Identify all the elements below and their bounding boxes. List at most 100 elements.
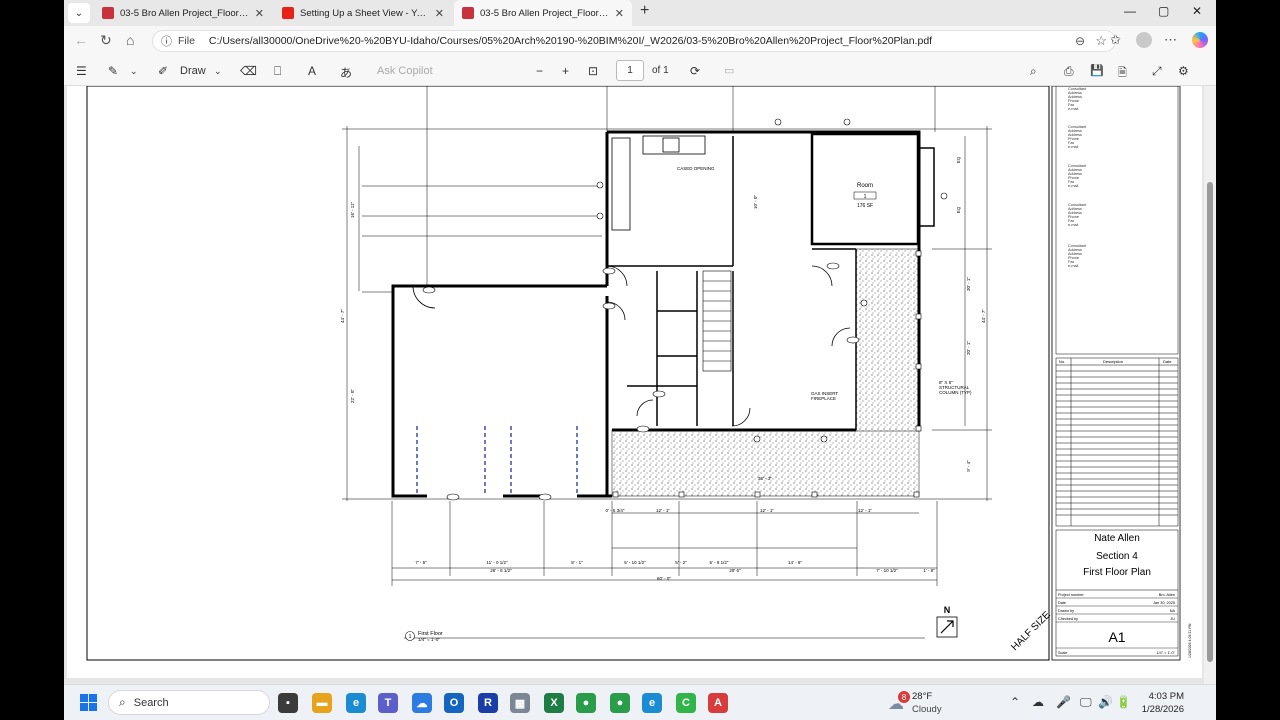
- clock[interactable]: 4:03 PM 1/28/2026: [1116, 690, 1184, 716]
- search-icon[interactable]: ⌕: [1030, 64, 1037, 79]
- dimension-text: 14' - 8": [788, 560, 802, 565]
- tab-floor-plan-1[interactable]: 03-5 Bro Allen Project_Floor Plan.pdf ✕: [94, 0, 272, 26]
- dimension-text: 20' - 1": [966, 341, 971, 355]
- copilot-icon[interactable]: [1192, 32, 1208, 48]
- save-as-icon[interactable]: 🗎: [1118, 64, 1127, 83]
- eraser-icon[interactable]: ⌫: [240, 64, 257, 78]
- read-aloud-icon[interactable]: A: [308, 64, 316, 78]
- favorites-icon[interactable]: ✩: [1110, 32, 1121, 48]
- drawn-by-value: NA: [1170, 609, 1176, 613]
- tab-actions-menu[interactable]: ⌄: [68, 3, 90, 23]
- weather-widget[interactable]: ☁ 8 28°F Cloudy: [888, 689, 968, 717]
- calculator-icon[interactable]: ▦: [510, 693, 530, 713]
- close-icon[interactable]: ✕: [615, 7, 624, 20]
- teams-icon[interactable]: T: [378, 693, 398, 713]
- pdf-toolbar: ☰ ✎ ⌄ ✐ Draw ⌄ ⌫ ⎕ A あ Ask Copilot − + ⊡…: [64, 56, 1216, 86]
- dimension-text: 1' - 8": [923, 568, 935, 573]
- back-icon[interactable]: ←: [74, 32, 88, 48]
- dimension-text: 5' - 2": [675, 560, 687, 565]
- chevron-up-icon[interactable]: ⌃: [1010, 695, 1020, 709]
- zoom-icon[interactable]: ⊖: [1075, 34, 1085, 48]
- url-box[interactable]: ⓘ File C:/Users/all30000/OneDrive%20-%20…: [152, 30, 1116, 52]
- new-tab-button[interactable]: +: [640, 2, 649, 20]
- half-size-stamp: HALF SIZE: [1009, 609, 1053, 653]
- settings-icon[interactable]: ⚙: [1178, 64, 1189, 78]
- highlight-icon[interactable]: ✎: [108, 64, 118, 78]
- dimension-text: 12' - 1": [760, 508, 774, 513]
- onedrive-tray-icon[interactable]: ☁: [1032, 695, 1044, 709]
- outlook-icon[interactable]: O: [444, 693, 464, 713]
- profile-avatar[interactable]: [1136, 32, 1152, 48]
- text-box-icon[interactable]: ⎕: [274, 64, 281, 79]
- ask-copilot-button[interactable]: Ask Copilot: [377, 65, 433, 77]
- display-icon[interactable]: 🖵: [1080, 695, 1092, 710]
- tab-floor-plan-active[interactable]: 03-5 Bro Allen Project_Floor Plan.pdf ✕: [454, 0, 632, 26]
- zoom-out-icon[interactable]: −: [536, 64, 543, 78]
- print-icon[interactable]: ⎙: [1064, 64, 1074, 79]
- dimension-text: 5' - 10 1/2": [624, 560, 646, 565]
- more-icon[interactable]: ⋯: [1164, 32, 1177, 48]
- project-number-value: Bro. Allen: [1159, 593, 1175, 597]
- close-icon[interactable]: ✕: [435, 7, 444, 20]
- taskbar-search[interactable]: ⌕ Search: [108, 690, 270, 715]
- favorite-star-icon[interactable]: ☆: [1095, 33, 1107, 49]
- view-scale: 1/4" = 1'-0": [418, 637, 440, 642]
- checked-by-label: Checked by: [1058, 617, 1078, 621]
- dimension-text: EQ: [956, 156, 961, 163]
- floor-plan-drawing: CASED OPENING Room 1 176 SF GAS INSERT F…: [86, 85, 1192, 661]
- scrollbar-thumb[interactable]: [1207, 182, 1213, 662]
- close-icon[interactable]: ✕: [255, 7, 264, 20]
- minimize-button[interactable]: —: [1124, 4, 1136, 18]
- info-icon[interactable]: ⓘ: [161, 33, 172, 49]
- drawn-by-label: Drawn by: [1058, 609, 1074, 613]
- pdf-icon: [462, 7, 474, 19]
- chrome-profile-icon[interactable]: ●: [610, 693, 630, 713]
- room-number: 1: [864, 194, 867, 200]
- translate-icon[interactable]: あ: [340, 64, 352, 81]
- vertical-scrollbar[interactable]: [1204, 86, 1216, 684]
- refresh-icon[interactable]: ↻: [100, 32, 112, 49]
- file-explorer-icon[interactable]: ▬: [312, 693, 332, 713]
- consultant-line: e-mail: [1068, 264, 1078, 268]
- zoom-in-icon[interactable]: +: [562, 64, 569, 78]
- dimension-text: 8' - 1": [571, 560, 583, 565]
- revit-icon[interactable]: R: [478, 693, 498, 713]
- draw-button[interactable]: Draw: [180, 65, 206, 77]
- excel-icon[interactable]: X: [544, 693, 564, 713]
- dimension-text: 10' - 0": [753, 195, 758, 209]
- home-icon[interactable]: ⌂: [126, 32, 134, 48]
- volume-icon[interactable]: 🔊: [1098, 695, 1113, 709]
- browser-window: ⌄ 03-5 Bro Allen Project_Floor Plan.pdf …: [64, 0, 1216, 720]
- edge-icon[interactable]: e: [346, 693, 366, 713]
- tab-title: Setting Up a Sheet View - YouTube: [300, 7, 429, 19]
- chrome-icon[interactable]: ●: [576, 693, 596, 713]
- dimension-text: 5' - 9 1/2": [710, 560, 729, 565]
- revision-header-no: No.: [1059, 359, 1065, 364]
- url-text[interactable]: C:/Users/all30000/OneDrive%20-%20BYU-Ida…: [209, 35, 932, 47]
- section-name: Section 4: [1096, 551, 1138, 562]
- chevron-down-icon[interactable]: ⌄: [214, 66, 222, 77]
- revision-header-description: Description: [1103, 359, 1123, 364]
- contents-icon[interactable]: ☰: [76, 64, 87, 78]
- maximize-button[interactable]: ▢: [1158, 4, 1169, 18]
- pdf-page[interactable]: CASED OPENING Room 1 176 SF GAS INSERT F…: [67, 85, 1202, 678]
- close-window-button[interactable]: ✕: [1192, 4, 1202, 18]
- rotate-icon[interactable]: ⟳: [690, 64, 700, 78]
- search-icon: ⌕: [119, 695, 126, 709]
- microphone-icon[interactable]: 🎤: [1056, 695, 1071, 709]
- onedrive-icon[interactable]: ☁: [412, 693, 432, 713]
- edge-dev-icon[interactable]: e: [642, 693, 662, 713]
- fullscreen-icon[interactable]: ⤢: [1152, 64, 1162, 79]
- draw-icon[interactable]: ✐: [158, 64, 168, 78]
- acrobat-icon[interactable]: A: [708, 693, 728, 713]
- consultant-line: e-mail: [1068, 107, 1078, 111]
- camtasia-icon[interactable]: C: [676, 693, 696, 713]
- page-view-icon[interactable]: ▭: [724, 64, 734, 77]
- fit-page-icon[interactable]: ⊡: [588, 64, 598, 78]
- windows-start-icon[interactable]: [80, 694, 97, 711]
- save-icon[interactable]: 💾: [1090, 64, 1104, 77]
- tab-youtube[interactable]: Setting Up a Sheet View - YouTube ✕: [274, 0, 452, 26]
- page-number-input[interactable]: 1: [616, 60, 644, 81]
- chevron-down-icon[interactable]: ⌄: [130, 66, 138, 77]
- task-view-icon[interactable]: ▪: [278, 693, 298, 713]
